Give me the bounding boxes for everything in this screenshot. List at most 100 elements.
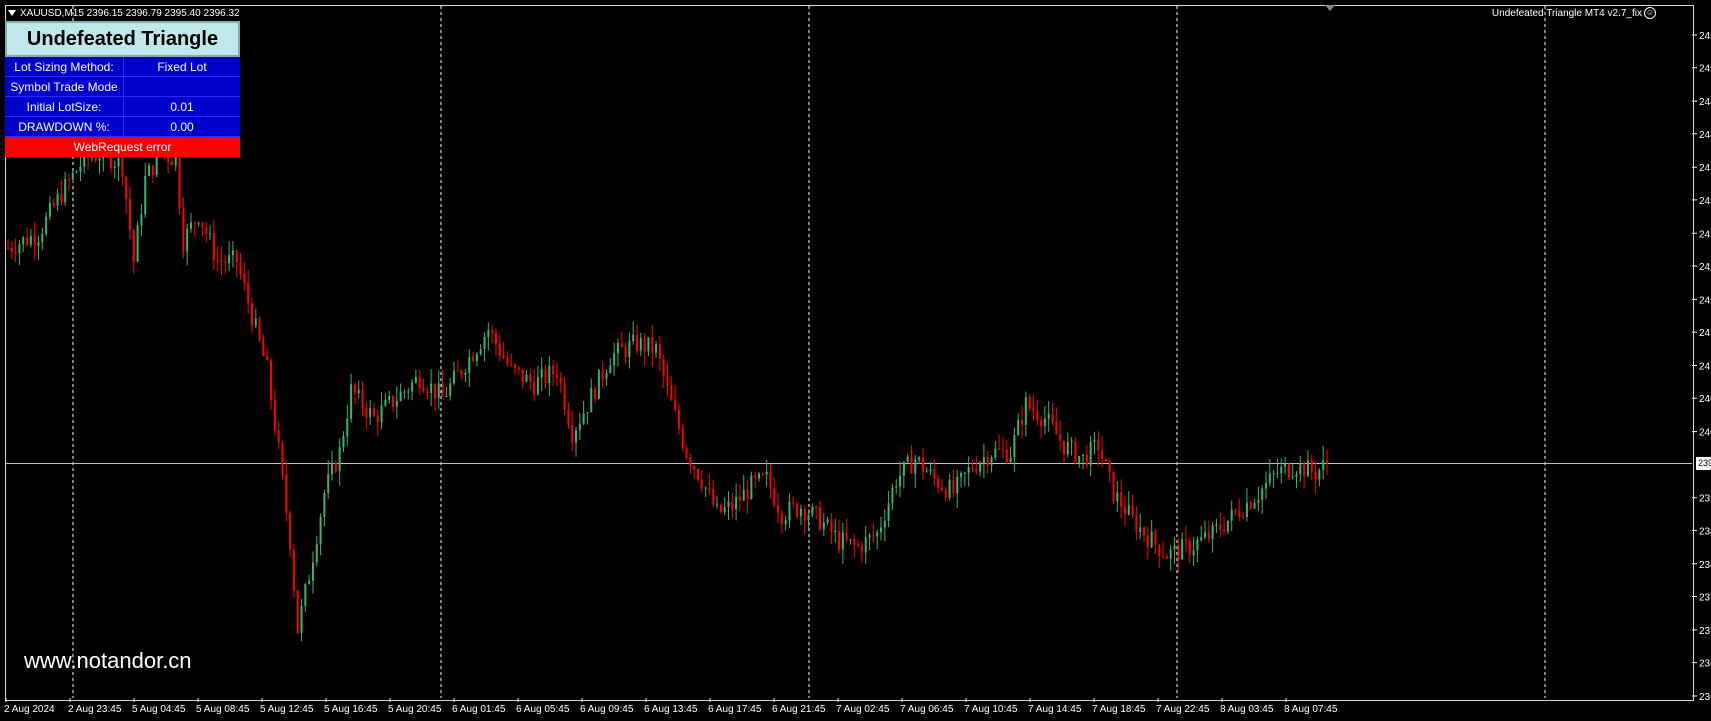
bear-candle [857, 544, 860, 546]
bear-candle [685, 447, 688, 458]
chart-shift-marker[interactable] [1325, 5, 1335, 11]
smiley-icon[interactable]: ☺ [1644, 7, 1656, 19]
bear-candle [1135, 514, 1138, 532]
bear-candle [731, 501, 734, 510]
bear-candle [1005, 449, 1008, 463]
bear-candle [14, 251, 17, 254]
bull-candle [1322, 460, 1325, 470]
bull-candle [849, 539, 852, 541]
y-tick-label: 2435.00 [1699, 196, 1711, 207]
bull-candle [1013, 434, 1016, 458]
bull-candle [22, 237, 25, 245]
current-price-tag: 2396.32 [1696, 457, 1711, 471]
bull-candle [186, 228, 189, 252]
price-chart[interactable]: 2459.20 2454.40 2449.50 2444.70 2439.80 2435.… [0, 0, 1711, 721]
bull-candle [1306, 460, 1309, 477]
bear-candle [292, 549, 295, 591]
bear-candle [392, 395, 395, 407]
bull-candle [906, 456, 909, 462]
bear-candle [860, 545, 863, 553]
bull-candle [41, 233, 44, 243]
bear-candle [441, 383, 444, 396]
bull-candle [1253, 503, 1256, 509]
bull-candle [1230, 509, 1233, 521]
bull-candle [895, 486, 898, 488]
bull-candle [704, 487, 707, 489]
bull-candle [308, 580, 311, 585]
bear-candle [796, 503, 799, 517]
bull-candle [990, 457, 993, 466]
x-tick-label: 7 Aug 06:45 [900, 704, 954, 715]
bull-candle [597, 369, 600, 399]
bull-candle [79, 166, 82, 172]
x-tick-label: 6 Aug 17:45 [708, 704, 762, 715]
bull-candle [883, 520, 886, 528]
bear-candle [422, 387, 425, 392]
bear-candle [944, 490, 947, 498]
chevron-down-icon[interactable] [8, 10, 16, 16]
bear-candle [738, 496, 741, 501]
bull-candle [616, 342, 619, 354]
price-axis[interactable]: 2459.20 2454.40 2449.50 2444.70 2439.80 2435.… [1692, 31, 1711, 703]
bear-candle [624, 347, 627, 357]
bear-candle [1310, 460, 1313, 472]
bear-candle [1097, 439, 1100, 451]
bull-candle [1169, 549, 1172, 559]
bear-candle [1112, 471, 1115, 502]
bull-candle [311, 562, 314, 581]
bear-candle [719, 504, 722, 513]
x-tick-label: 5 Aug 04:45 [132, 704, 186, 715]
bull-candle [613, 353, 616, 366]
chart-window[interactable]: 2459.20 2454.40 2449.50 2444.70 2439.80 2435.… [0, 0, 1711, 721]
bull-candle [807, 515, 810, 521]
panel-row-trade-mode: Symbol Trade Mode [5, 77, 240, 97]
panel-title: Undefeated Triangle [5, 21, 240, 57]
x-tick-label: 6 Aug 13:45 [644, 704, 698, 715]
bull-candle [536, 377, 539, 395]
bear-candle [975, 468, 978, 472]
bear-candle [1028, 397, 1031, 408]
bull-candle [315, 544, 318, 563]
bull-candle [647, 337, 650, 352]
bear-candle [235, 250, 238, 263]
bull-candle [723, 506, 726, 513]
panel-row-label: Symbol Trade Mode [5, 77, 124, 96]
bull-candle [1139, 527, 1142, 532]
bear-candle [815, 506, 818, 508]
bear-candle [418, 376, 421, 388]
bear-candle [1165, 556, 1168, 559]
bull-candle [346, 418, 349, 437]
bull-candle [231, 250, 234, 255]
bear-candle [933, 469, 936, 479]
bear-candle [1104, 458, 1107, 462]
bull-candle [197, 222, 200, 224]
bull-candle [1196, 540, 1199, 551]
bull-candle [605, 372, 608, 379]
bear-candle [376, 415, 379, 423]
bull-candle [742, 489, 745, 501]
bull-candle [1257, 499, 1260, 504]
panel-row-value: 0.00 [170, 119, 194, 134]
bull-candle [967, 467, 970, 473]
bear-candle [1162, 556, 1165, 558]
bull-candle [1265, 482, 1268, 489]
bull-candle [1226, 520, 1229, 532]
bull-candle [254, 318, 257, 326]
bear-candle [1131, 505, 1134, 515]
bull-candle [483, 336, 486, 350]
bear-candle [128, 198, 131, 231]
bull-candle [228, 254, 231, 264]
bull-candle [1211, 524, 1214, 539]
time-axis[interactable]: 2 Aug 2024 2 Aug 23:45 5 Aug 04:45 5 Aug 08… [4, 698, 1338, 715]
expert-advisor-label[interactable]: Undefeated Triangle MT4 v2.7_fix ☺ [1492, 7, 1656, 19]
bear-candle [502, 355, 505, 358]
bear-candle [746, 489, 749, 500]
bear-candle [266, 356, 269, 361]
bear-candle [132, 230, 135, 262]
y-tick-label: 2386.50 [1699, 526, 1711, 537]
bear-candle [853, 539, 856, 545]
bull-candle [799, 508, 802, 517]
bull-candle [148, 165, 151, 176]
bull-candle [300, 605, 303, 633]
ea-info-panel: Undefeated Triangle Lot Sizing Method: F… [5, 21, 240, 157]
